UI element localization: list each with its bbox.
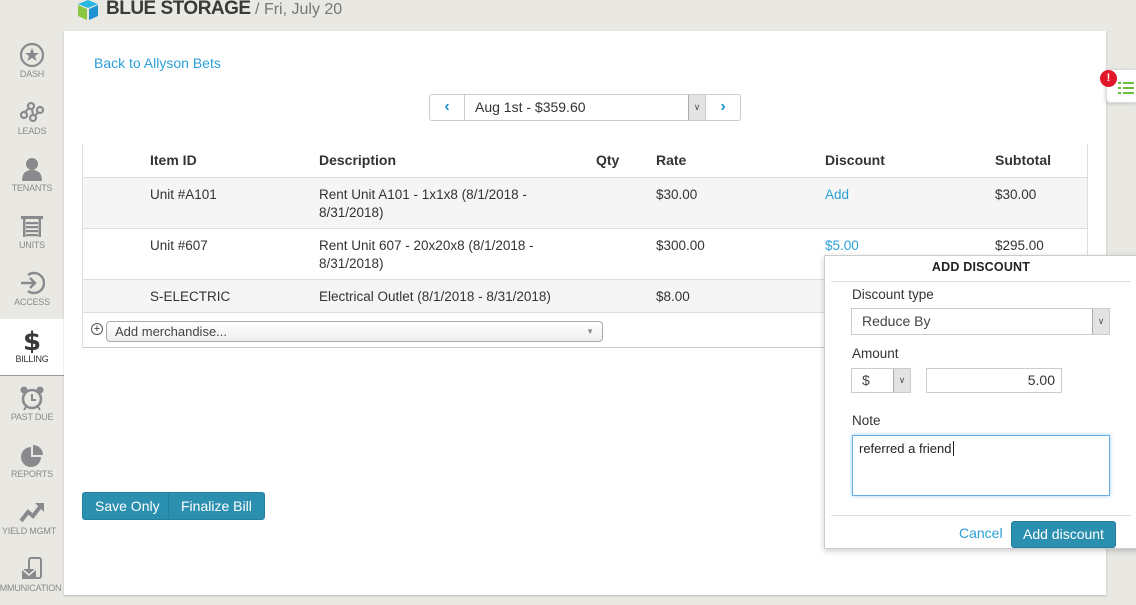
sidebar-item-access[interactable]: ACCESS [0,262,64,319]
bill-select[interactable]: Aug 1st - $359.60 ∨ [465,95,705,120]
sidebar-item-reports[interactable]: REPORTS [0,434,64,491]
plus-circle-icon[interactable]: + [91,322,103,335]
sidebar-item-label: BILLING [15,354,49,364]
add-merchandise-select[interactable]: Add merchandise... ▼ [106,320,603,342]
sidebar-item-label: YIELD MGMT [1,526,56,536]
save-only-button[interactable]: Save Only [82,492,173,520]
alert-icon[interactable]: ! [1100,70,1117,87]
mail-phone-icon [21,557,42,579]
sidebar-item-billing[interactable]: $ BILLING [0,319,64,376]
sidebar-item-yield-mgmt[interactable]: YIELD MGMT [0,491,64,548]
garage-icon [21,216,43,237]
amount-unit-select[interactable]: $ ∨ [851,368,911,393]
app-title: BLUE STORAGE / Fri, July 20 [106,0,342,20]
sidebar-item-label: DASH [19,69,45,79]
caret-down-icon: ▼ [586,326,594,336]
column-header-subtotal: Subtotal [995,144,1087,178]
sidebar-item-past-due[interactable]: PAST DUE [0,377,64,434]
item-qty [596,228,656,280]
note-textarea[interactable]: referred a friend [852,435,1110,496]
sidebar-item-communication[interactable]: COMMUNICATION [0,548,64,605]
table-row: Unit #A101 Rent Unit A101 - 1x1x8 (8/1/2… [83,177,1087,229]
item-rate: $300.00 [656,228,825,280]
star-icon [19,42,45,68]
sidebar: DASH LEADS TENANTS UNITS ACCESS $ BILLIN… [0,31,64,599]
popover-divider [831,515,1131,516]
sidebar-item-label: COMMUNICATION [0,583,62,593]
item-id: S-ELECTRIC [150,279,319,313]
back-link[interactable]: Back to Allyson Bets [94,55,221,71]
previous-bill-button[interactable]: ‹ [430,95,465,120]
top-bar: BLUE STORAGE / Fri, July 20 [0,0,1136,31]
item-id: Unit #A101 [150,177,319,229]
add-merchandise-placeholder: Add merchandise... [115,323,228,339]
item-description: Electrical Outlet (8/1/2018 - 8/31/2018) [319,279,596,313]
brand-name: BLUE STORAGE [106,0,251,19]
finalize-bill-button[interactable]: Finalize Bill [168,492,265,520]
note-value: referred a friend [859,441,952,456]
dollar-icon: $ [23,327,41,353]
svg-text:$: $ [23,327,41,353]
chevron-left-icon: ‹ [444,98,450,115]
sidebar-item-label: LEADS [17,126,47,136]
item-id: Unit #607 [150,228,319,280]
item-qty [596,279,656,313]
edit-discount-link[interactable]: $5.00 [825,238,859,253]
sidebar-item-leads[interactable]: LEADS [0,91,64,148]
alarm-clock-icon [20,386,44,411]
chevron-right-icon: › [720,98,726,115]
sidebar-item-label: REPORTS [11,469,53,479]
add-discount-link[interactable]: Add [825,187,849,202]
column-header-description: Description [319,144,596,178]
spacer-header [83,144,150,178]
item-description: Rent Unit 607 - 20x20x8 (8/1/2018 - 8/31… [319,228,596,280]
discount-type-label: Discount type [852,287,934,302]
item-rate: $8.00 [656,279,825,313]
bill-select-value: Aug 1st - $359.60 [475,99,586,115]
popover-title: ADD DISCOUNT [831,256,1131,282]
sidebar-item-dash[interactable]: DASH [0,34,64,91]
add-discount-popover: ADD DISCOUNT Discount type Reduce By ∨ A… [824,255,1136,549]
column-header-qty: Qty [596,144,656,178]
item-qty [596,177,656,229]
sidebar-item-label: ACCESS [14,297,50,307]
chevron-down-icon[interactable]: ∨ [688,95,705,120]
list-icon [1118,82,1134,94]
sidebar-item-label: PAST DUE [10,412,54,422]
item-description: Rent Unit A101 - 1x1x8 (8/1/2018 - 8/31/… [319,177,596,229]
column-header-discount: Discount [825,144,995,178]
network-icon [19,101,45,123]
bill-selector: ‹ Aug 1st - $359.60 ∨ › [429,94,741,121]
next-bill-button[interactable]: › [705,95,740,120]
discount-type-value: Reduce By [862,313,931,329]
logo-icon [78,0,98,20]
item-subtotal: $30.00 [995,177,1087,229]
cancel-link[interactable]: Cancel [959,525,1003,541]
enter-icon [21,271,45,295]
amount-value: 5.00 [1027,372,1055,388]
pie-chart-icon [21,445,43,467]
note-label: Note [852,413,881,428]
chevron-down-icon: ∨ [893,369,910,392]
trending-up-icon [19,503,44,523]
amount-label: Amount [852,346,899,361]
discount-type-select[interactable]: Reduce By ∨ [851,308,1110,335]
table-header-row: Item ID Description Qty Rate Discount Su… [83,144,1087,178]
sidebar-item-label: TENANTS [11,183,53,193]
item-rate: $30.00 [656,177,825,229]
sidebar-item-tenants[interactable]: TENANTS [0,148,64,205]
sidebar-item-label: UNITS [18,240,45,250]
chevron-down-icon: ∨ [1092,309,1109,334]
column-header-rate: Rate [656,144,825,178]
person-icon [22,158,42,181]
sidebar-item-units[interactable]: UNITS [0,205,64,262]
column-header-item-id: Item ID [150,144,319,178]
current-date: / Fri, July 20 [250,1,343,18]
amount-unit-value: $ [862,372,870,388]
add-discount-button[interactable]: Add discount [1011,521,1116,548]
amount-input[interactable]: 5.00 [926,368,1062,393]
